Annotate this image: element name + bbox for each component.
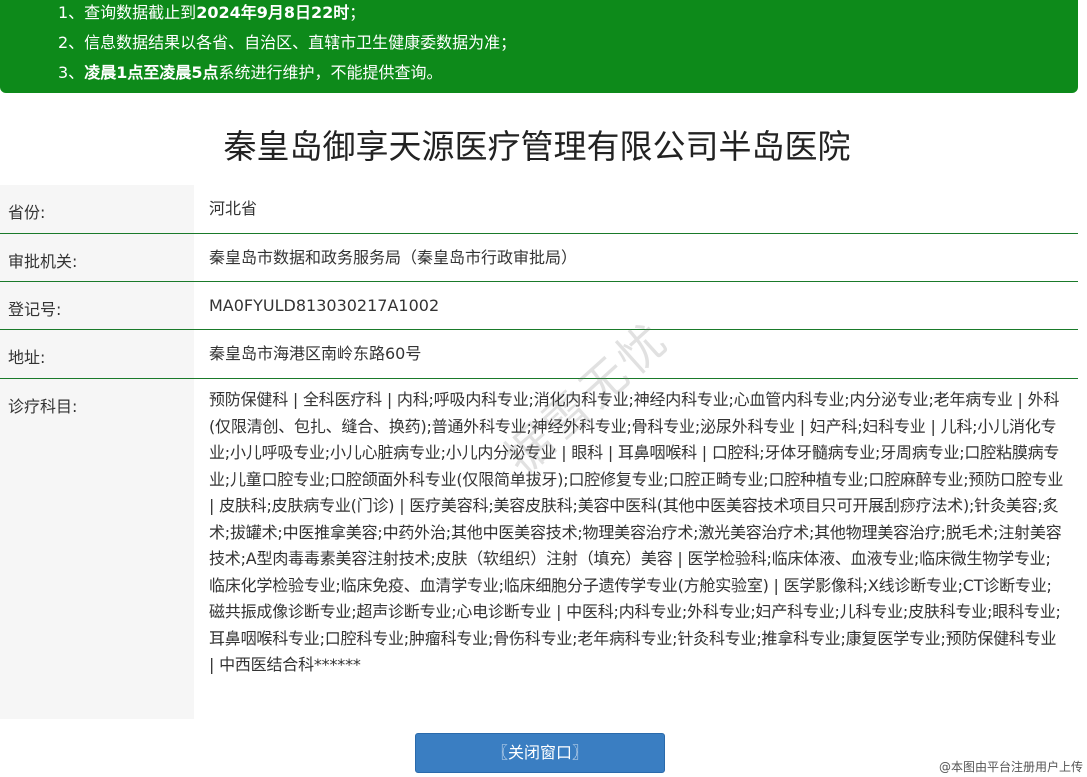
notice-banner: 1、查询数据截止到2024年9月8日22时； 2、信息数据结果以各省、自治区、直… — [0, 0, 1078, 93]
address-value: 秦皇岛市海港区南岭东路60号 — [209, 344, 422, 363]
info-table: 省份: 河北省 审批机关: 秦皇岛市数据和政务服务局（秦皇岛市行政审批局） 登记… — [0, 185, 1078, 719]
notice-line-3-bold: 凌晨1点至凌晨5点 — [84, 63, 219, 82]
departments-label: 诊疗科目: — [0, 379, 194, 719]
regno-value: MA0FYULD813030217A1002 — [209, 296, 440, 315]
notice-line-1-bold: 2024年9月8日22时 — [196, 3, 350, 22]
province-label: 省份: — [0, 185, 194, 233]
notice-line-1-suffix: ； — [349, 3, 366, 22]
notice-line-3-suffix: 系统进行维护，不能提供查询。 — [218, 63, 443, 82]
notice-line-1: 1、查询数据截止到2024年9月8日22时； — [58, 0, 1078, 28]
info-row-regno: 登记号: MA0FYULD813030217A1002 — [0, 282, 1078, 330]
info-row-authority: 审批机关: 秦皇岛市数据和政务服务局（秦皇岛市行政审批局） — [0, 234, 1078, 282]
address-label: 地址: — [0, 330, 194, 378]
hospital-title: 秦皇岛御享天源医疗管理有限公司半岛医院 — [223, 127, 851, 166]
watermark-corner: @本图由平台注册用户上传 — [938, 760, 1083, 774]
province-value: 河北省 — [209, 199, 258, 218]
info-row-departments: 诊疗科目: 预防保健科 | 全科医疗科 | 内科;呼吸内科专业;消化内科专业;神… — [0, 379, 1078, 719]
info-row-address: 地址: 秦皇岛市海港区南岭东路60号 — [0, 330, 1078, 379]
notice-line-1-prefix: 1、查询数据截止到 — [58, 3, 197, 22]
notice-line-3-prefix: 3、 — [58, 63, 85, 82]
authority-value: 秦皇岛市数据和政务服务局（秦皇岛市行政审批局） — [209, 248, 578, 267]
authority-label: 审批机关: — [0, 234, 194, 281]
close-window-button[interactable]: 〖关闭窗口〗 — [415, 733, 665, 773]
regno-label: 登记号: — [0, 282, 194, 329]
notice-line-3: 3、凌晨1点至凌晨5点系统进行维护，不能提供查询。 — [58, 58, 1078, 88]
info-row-province: 省份: 河北省 — [0, 185, 1078, 234]
departments-value: 预防保健科 | 全科医疗科 | 内科;呼吸内科专业;消化内科专业;神经内科专业;… — [209, 390, 1064, 674]
notice-line-2: 2、信息数据结果以各省、自治区、直辖市卫生健康委数据为准； — [58, 33, 517, 52]
